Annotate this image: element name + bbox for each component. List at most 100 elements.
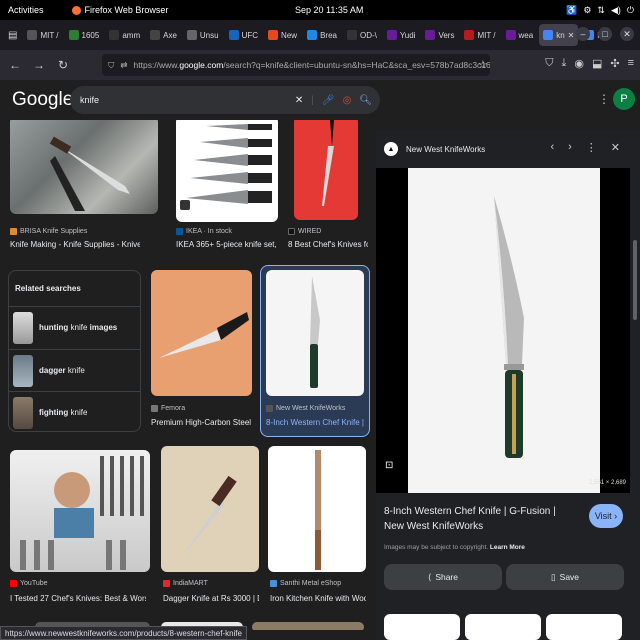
browser-tab[interactable]: Unsu	[183, 24, 223, 46]
maximize-icon[interactable]: □	[598, 27, 612, 41]
puzzle-icon[interactable]: ✣	[610, 57, 619, 70]
volume-icon[interactable]: ◀)	[611, 5, 621, 16]
activities-button[interactable]: Activities	[8, 5, 44, 15]
result-title[interactable]: Dagger Knife at Rs 3000 | Dag...	[163, 594, 259, 603]
back-icon[interactable]: ←	[6, 58, 24, 72]
tab-overview-icon[interactable]: ▤	[4, 24, 21, 46]
tab-label: kn	[556, 30, 565, 40]
firefox-icon	[71, 5, 81, 15]
browser-tab[interactable]: wea	[502, 24, 538, 46]
tab-favicon-icon	[543, 30, 554, 40]
related-item-hunting[interactable]: hunting knife images	[9, 306, 140, 348]
preview-image-frame: ⊡ 2,561 × 2,689	[376, 168, 630, 493]
browser-tab[interactable]: Yudi	[383, 24, 420, 46]
permissions-icon[interactable]: ⇄	[120, 60, 127, 71]
result-title[interactable]: 8-Inch Western Chef Knife | G-F...	[266, 418, 366, 427]
result-title[interactable]: Knife Making - Knife Supplies - Knives .…	[10, 240, 140, 249]
clock[interactable]: Sep 20 11:35 AM	[295, 5, 363, 15]
download-icon[interactable]: ⤓	[561, 57, 566, 70]
result-image-femora[interactable]	[151, 270, 252, 396]
result-image-ikea[interactable]	[176, 120, 278, 222]
close-icon[interactable]: ✕	[620, 27, 634, 41]
browser-tab[interactable]: UFC	[225, 24, 262, 46]
power-icon[interactable]: ⏻	[627, 5, 634, 16]
related-image[interactable]	[384, 614, 460, 640]
tab-close-icon[interactable]: ✕	[568, 31, 575, 40]
accessibility-icon[interactable]: ♿	[566, 5, 577, 16]
result-image-wired[interactable]	[294, 120, 358, 220]
result-image-santhi[interactable]	[268, 446, 366, 572]
browser-tab[interactable]: MIT /	[460, 24, 499, 46]
url-bar[interactable]: ⛉ ⇄ https://www.google.com/search?q=knif…	[102, 54, 490, 76]
search-icon[interactable]: 🔍︎	[359, 95, 372, 106]
result-image-newwest[interactable]	[266, 270, 364, 396]
app-menu[interactable]: Firefox Web Browser	[71, 5, 168, 15]
result-title[interactable]: 8 Best Chef's Knives for...	[288, 240, 368, 249]
mic-icon[interactable]: 🎤︎	[322, 95, 335, 106]
learn-more-link[interactable]: Learn More	[490, 544, 525, 551]
more-icon[interactable]: ⋮	[586, 141, 597, 154]
browser-tab[interactable]: Vers	[421, 24, 458, 46]
search-input[interactable]: knife ✕ | 🎤︎ ◎ 🔍︎	[70, 86, 380, 114]
result-title[interactable]: Premium High-Carbon Steel Kitc...	[151, 418, 252, 427]
extension-icon[interactable]: ⬓	[592, 57, 602, 70]
related-item-fighting[interactable]: fighting knife	[9, 391, 140, 433]
network-icon[interactable]: ⇅	[597, 5, 605, 16]
next-icon[interactable]: ›	[568, 141, 572, 154]
result-title[interactable]: Iron Kitchen Knife with Wood ...	[270, 594, 366, 603]
scrollbar-thumb[interactable]	[633, 240, 637, 320]
result-source: New West KnifeWorks	[266, 405, 345, 412]
result-image-youtube[interactable]	[10, 450, 150, 572]
menu-icon[interactable]: ≡	[628, 57, 634, 70]
result-source: IKEA · In stock	[176, 228, 232, 235]
related-heading: Related searches	[15, 284, 81, 293]
minimize-icon[interactable]: –	[576, 27, 590, 41]
related-image[interactable]	[465, 614, 541, 640]
tab-label: amm	[122, 30, 141, 40]
panel-title[interactable]: 8-Inch Western Chef Knife | G-Fusion | N…	[384, 504, 574, 534]
google-lens-icon[interactable]: ⊡	[385, 460, 393, 471]
browser-tab[interactable]: kn ✕	[539, 24, 579, 46]
browser-tab[interactable]: amm	[105, 24, 144, 46]
browser-tab[interactable]: 1605	[65, 24, 104, 46]
browser-tab[interactable]: MIT /	[23, 24, 62, 46]
tab-label: MIT /	[477, 30, 496, 40]
knife-photo-icon	[159, 312, 249, 358]
scrollbar[interactable]	[630, 130, 640, 640]
close-panel-icon[interactable]: ✕	[611, 141, 620, 154]
save-button[interactable]: ▯ Save	[506, 564, 624, 590]
previous-icon[interactable]: ‹	[550, 141, 554, 154]
navigation-bar: ← → ↻ ⛉ ⇄ https://www.google.com/search?…	[0, 50, 640, 80]
browser-tab[interactable]: OD-\	[343, 24, 381, 46]
settings-icon[interactable]: ⚙	[583, 5, 591, 16]
pocket-icon[interactable]: ⛉	[545, 57, 553, 70]
visit-button[interactable]: Visit ›	[589, 504, 623, 528]
google-logo[interactable]: Google	[12, 89, 73, 111]
result-title[interactable]: I Tested 27 Chef's Knives: Best & Worst …	[10, 594, 146, 603]
lens-icon[interactable]: ◎	[343, 95, 352, 106]
avatar[interactable]: P	[613, 88, 635, 110]
account-icon[interactable]: ◉	[574, 57, 584, 70]
browser-tab[interactable]: New	[264, 24, 301, 46]
bookmark-star-icon[interactable]: ☆	[478, 58, 488, 71]
result-title[interactable]: IKEA 365+ 5-piece knife set, stai...	[176, 240, 278, 249]
reload-icon[interactable]: ↻	[54, 58, 72, 72]
share-button[interactable]: ⟨ Share	[384, 564, 502, 590]
tab-label: Brea	[320, 30, 337, 40]
image-results: BRISA Knife Supplies Knife Making - Knif…	[0, 120, 376, 630]
browser-tab[interactable]: Brea	[303, 24, 341, 46]
related-item-dagger[interactable]: dagger knife	[9, 349, 140, 391]
result-image-brisa[interactable]	[10, 120, 158, 214]
clear-icon[interactable]: ✕	[295, 95, 303, 106]
system-tray[interactable]: ♿ ⚙ ⇅ ◀) ⏻	[566, 5, 634, 16]
forward-icon[interactable]: →	[30, 58, 48, 72]
tab-favicon-icon	[307, 30, 318, 40]
panel-source[interactable]: New West KnifeWorks	[406, 145, 485, 154]
result-image-indiamart[interactable]	[161, 446, 259, 572]
shield-icon[interactable]: ⛉	[108, 60, 114, 71]
preview-image[interactable]	[408, 168, 600, 493]
browser-tab[interactable]: Axe	[146, 24, 181, 46]
kitchen-knife-icon	[315, 450, 321, 570]
result-image-partial[interactable]	[252, 622, 364, 630]
related-image[interactable]	[546, 614, 622, 640]
